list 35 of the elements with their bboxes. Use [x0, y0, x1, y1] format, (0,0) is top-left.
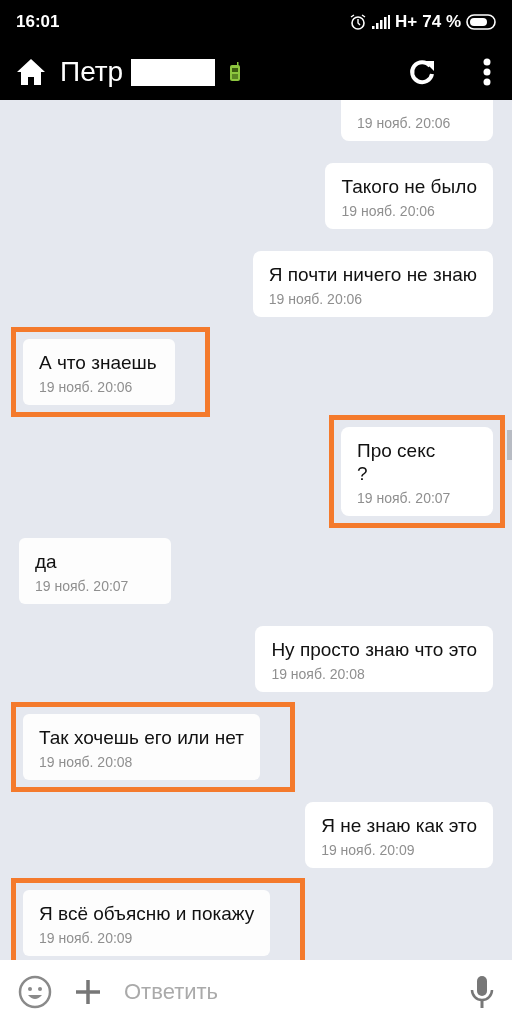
- message-text: Ну просто знаю что это: [271, 638, 477, 661]
- message-time: 19 нояб. 20:07: [35, 578, 130, 594]
- signal-icon: [372, 15, 391, 29]
- message-text: Я всё объясню и покажу: [39, 902, 255, 925]
- emoji-icon[interactable]: [18, 975, 52, 1009]
- more-icon[interactable]: [482, 58, 492, 86]
- reply-bar[interactable]: Ответить: [0, 960, 512, 1024]
- plus-icon[interactable]: [74, 978, 102, 1006]
- network-type: H+: [395, 12, 418, 32]
- message-text: Про секс ?: [357, 439, 437, 485]
- battery-icon: [466, 14, 496, 30]
- message-time: 19 нояб. 20:06: [357, 115, 452, 131]
- message-text: да: [35, 550, 58, 573]
- message-time: 19 нояб. 20:09: [39, 930, 134, 946]
- microphone-icon[interactable]: [470, 975, 494, 1009]
- message-time: 19 нояб. 20:06: [39, 379, 134, 395]
- battery-percent: 74 %: [422, 12, 461, 32]
- message-text: Я почти ничего не знаю: [268, 263, 477, 286]
- message-text: Я не знаю как это: [321, 814, 477, 837]
- message-time: 19 нояб. 20:09: [321, 842, 416, 858]
- message-time: 19 нояб. 20:06: [341, 203, 436, 219]
- phone-icon: [229, 62, 242, 82]
- scroll-indicator: [507, 430, 512, 460]
- message-text: Так хочешь его или нет: [39, 726, 244, 749]
- home-icon[interactable]: [16, 58, 46, 86]
- status-time: 16:01: [16, 12, 60, 32]
- message-time: 19 нояб. 20:06: [268, 291, 364, 307]
- message-text: Такого не было: [341, 175, 477, 198]
- message-text: А что знаешь: [39, 351, 158, 374]
- message-time: 19 нояб. 20:08: [39, 754, 134, 770]
- message-time: 19 нояб. 20:07: [357, 490, 452, 506]
- refresh-icon[interactable]: [408, 58, 436, 86]
- contact-name: Петр: [60, 56, 124, 88]
- message-time: 19 нояб. 20:08: [271, 666, 366, 682]
- alarm-icon: [349, 13, 368, 31]
